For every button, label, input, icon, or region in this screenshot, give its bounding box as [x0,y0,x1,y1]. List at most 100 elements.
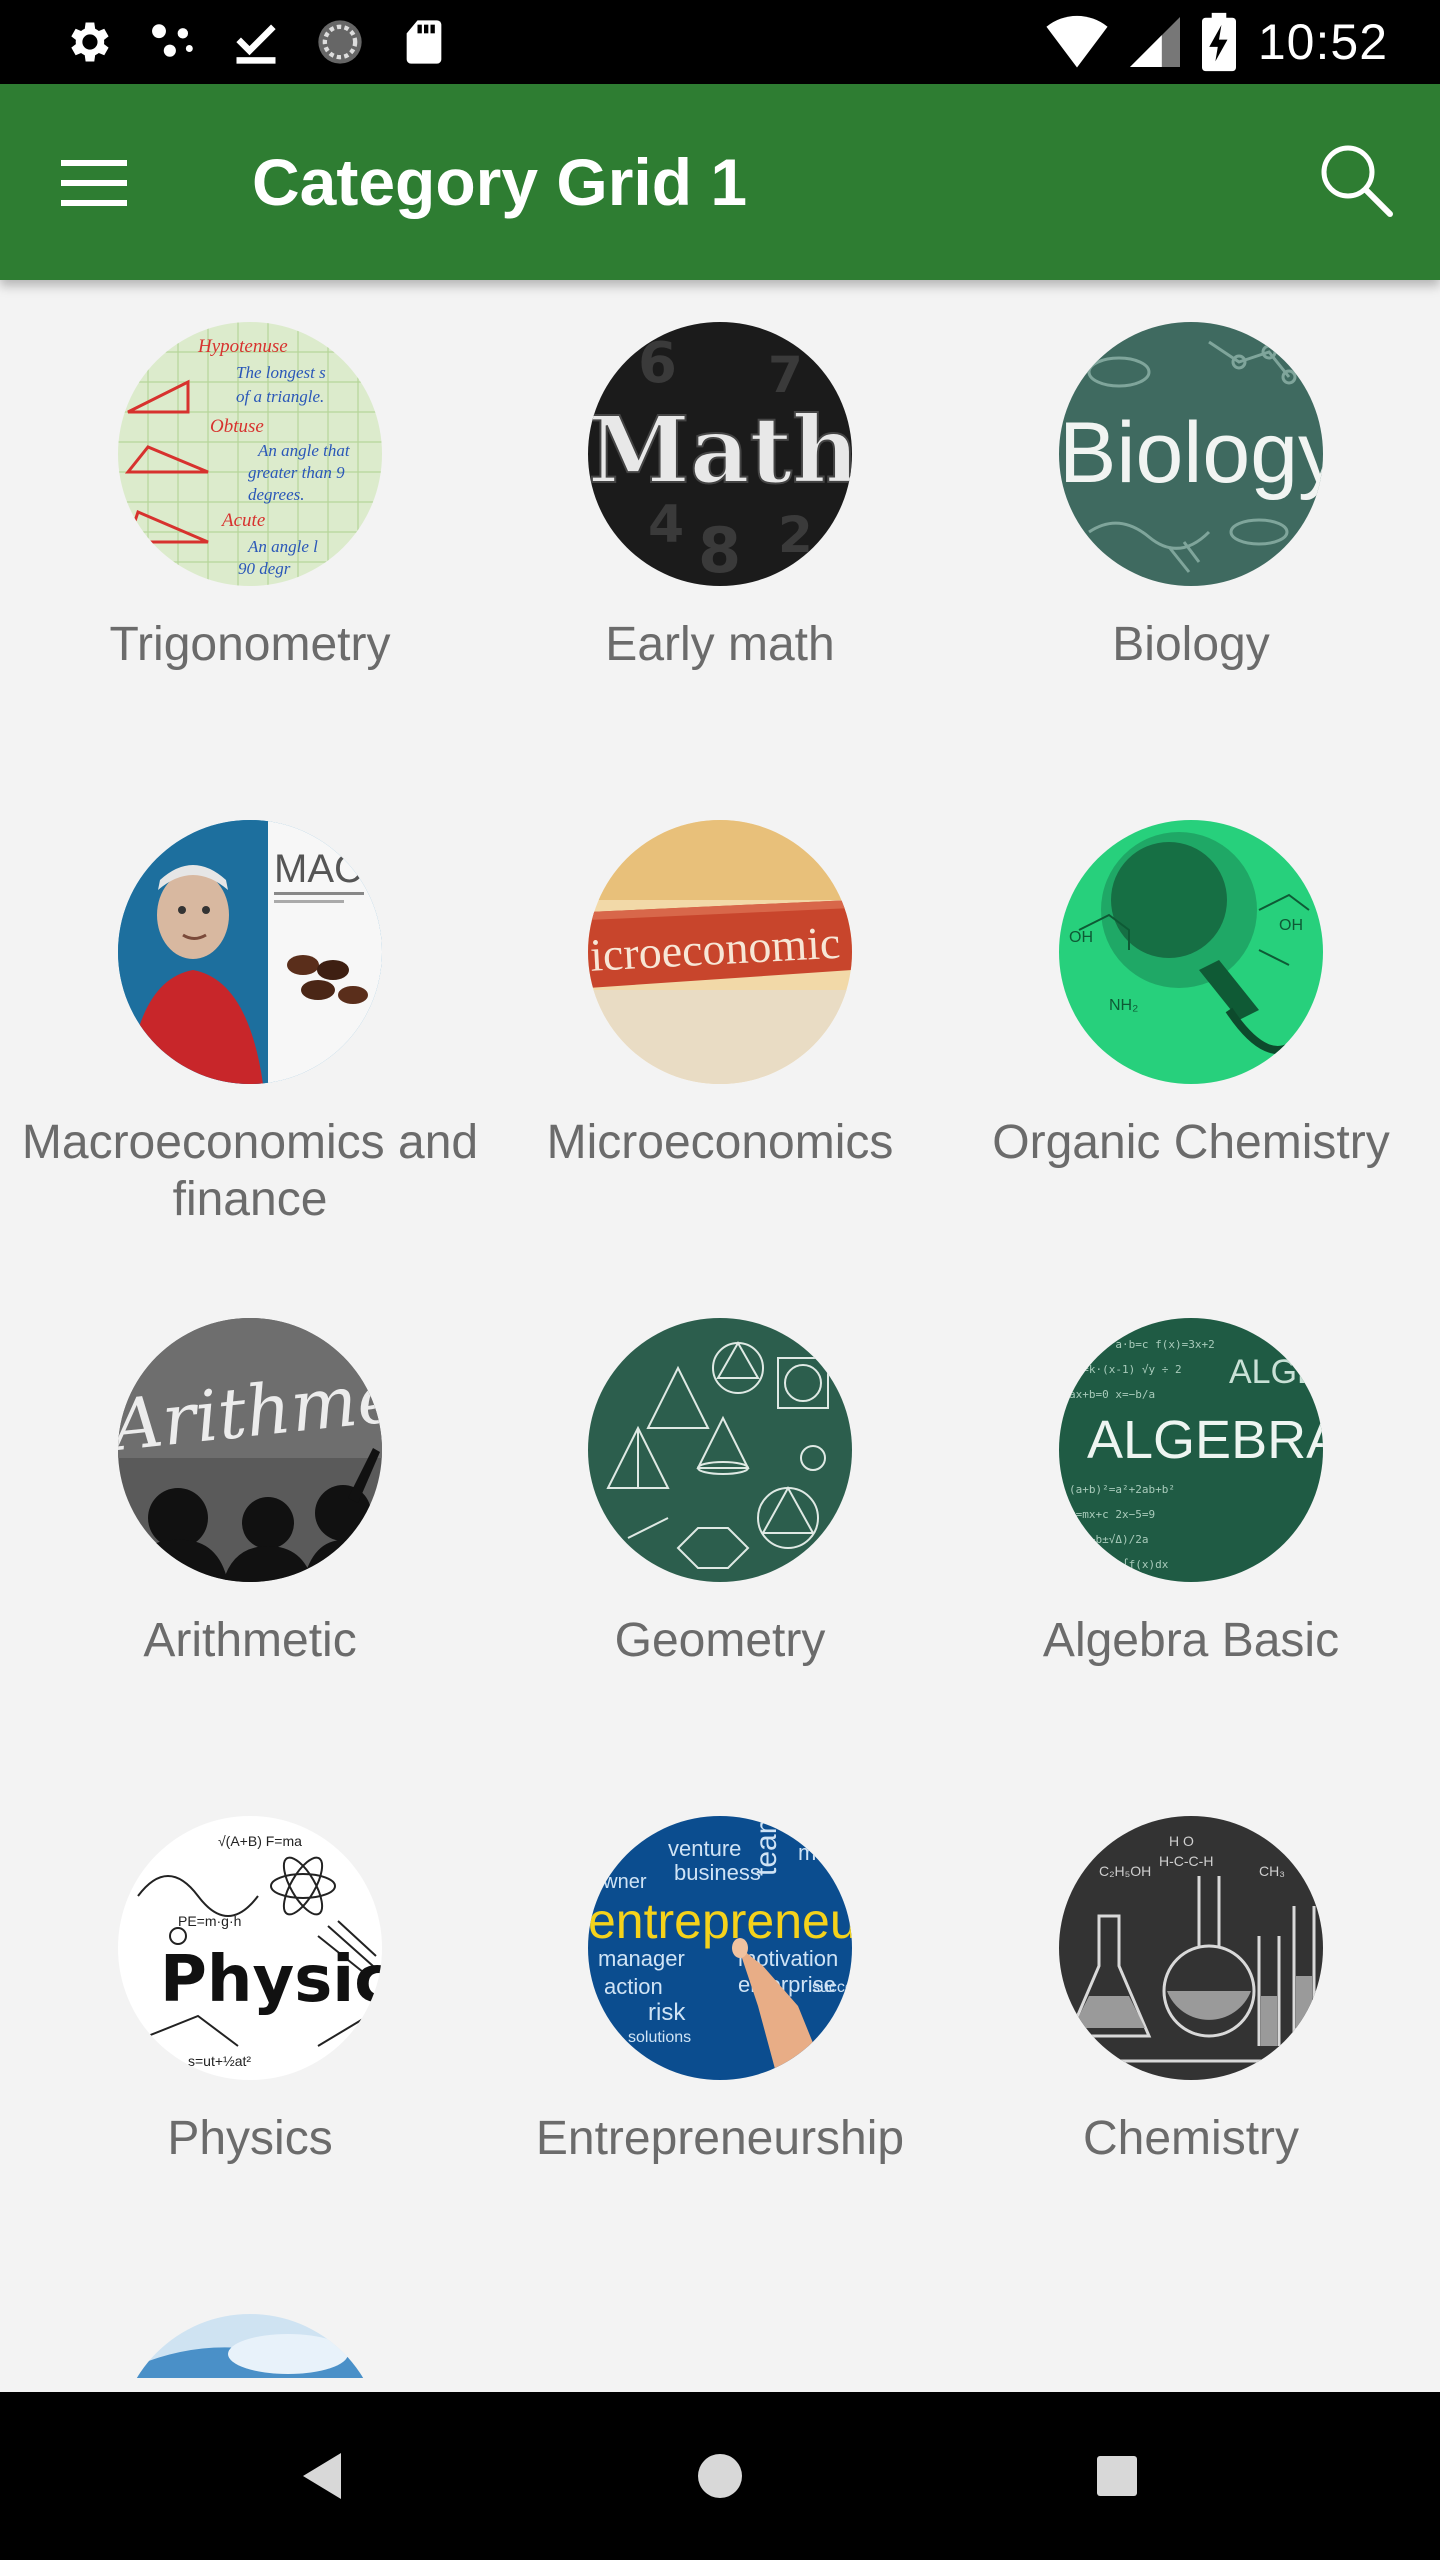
svg-text:8: 8 [698,514,741,586]
category-label: Arithmetic [143,1614,357,1667]
svg-text:Obtuse: Obtuse [210,416,264,437]
svg-text:2: 2 [778,506,813,564]
svg-text:action: action [604,1974,663,1999]
svg-text:ax+b=0 x=−b/a: ax+b=0 x=−b/a [1069,1388,1155,1401]
category-image-physics: √(A+B) F=ma PE=m·g·h s=ut+½at² Physics [118,1816,382,2080]
category-image-biology: Biology [1059,322,1323,586]
svg-text:entrepreneur: entrepreneur [588,1893,852,1949]
svg-text:Physics: Physics [160,1943,382,2017]
nav-home-button[interactable] [680,2436,760,2516]
category-label: Organic Chemistry [992,1116,1390,1169]
svg-text:mone: mone [798,1840,852,1865]
category-item-geometry[interactable]: Geometry [485,1318,955,1669]
category-item-entrepreneurship[interactable]: venture business team mone owner manager… [485,1816,955,2167]
category-label: Early math [605,618,835,671]
category-item-organic-chemistry[interactable]: OH OH NH₂ Organic Chemistry [956,820,1426,1171]
svg-text:(a+b)²=a²+2ab+b²: (a+b)²=a²+2ab+b² [1069,1483,1175,1496]
nav-recents-button[interactable] [1077,2436,1157,2516]
category-item-microeconomics[interactable]: icroeconomic Microeconomics [485,820,955,1171]
svg-text:risk: risk [648,1999,686,2026]
category-item-chemistry[interactable]: H O H-C-C-H C₂H₅OH CH₃ Chemistry [956,1816,1426,2167]
category-item-biology[interactable]: Biology Biology [956,322,1426,673]
category-label: Algebra Basic [1042,1614,1340,1667]
category-label: Macroeconomics and finance [21,1116,479,1226]
category-label: Physics [167,2112,333,2165]
status-notification-icons [62,16,450,68]
settings-icon [71,22,109,62]
svg-text:MAC: MAC [274,847,363,891]
home-icon [698,2454,742,2498]
svg-text:Biology: Biology [1059,405,1323,501]
svg-text:H-C-C-H: H-C-C-H [1159,1853,1213,1869]
category-label: Geometry [614,1614,826,1667]
category-image-trigonometry: Hypotenuse The longest s of a triangle. … [118,322,382,586]
category-item-macroeconomics[interactable]: MAC Macroeconomics and finance [15,820,485,1228]
category-item-physics[interactable]: √(A+B) F=ma PE=m·g·h s=ut+½at² Physics P… [15,1816,485,2167]
svg-text:CH₃: CH₃ [1259,1863,1285,1879]
svg-text:manager: manager [598,1946,685,1971]
back-icon [303,2453,341,2499]
svg-text:greater than 9: greater than 9 [248,463,345,482]
svg-text:owner: owner [592,1871,647,1893]
category-label: Trigonometry [109,618,391,671]
category-image-organic-chemistry: OH OH NH₂ [1059,820,1323,1084]
category-item-arithmetic[interactable]: Arithmetic Arithmetic [15,1318,485,1669]
category-image-partial [118,2314,382,2378]
category-image-geometry [588,1318,852,1582]
category-image-chemistry: H O H-C-C-H C₂H₅OH CH₃ [1059,1816,1323,2080]
svg-text:∑n=k·(x-1) √y ÷ 2: ∑n=k·(x-1) √y ÷ 2 [1069,1363,1182,1376]
category-grid: Hypotenuse The longest s of a triangle. … [0,280,1440,2378]
svg-text:4: 4 [648,495,684,555]
battery-charging-icon [1201,12,1236,72]
menu-button[interactable] [44,138,144,228]
category-item-algebra-basic[interactable]: x²+y=4 a·b=c f(x)=3x+2 ∑n=k·(x-1) √y ÷ 2… [956,1318,1426,1669]
status-bar: 10:52 [0,0,1440,84]
recents-icon [1097,2456,1137,2496]
svg-text:s=ut+½at²: s=ut+½at² [188,2053,251,2069]
category-label: Microeconomics [546,1116,894,1169]
nav-back-button[interactable] [282,2436,362,2516]
svg-text:venture: venture [668,1836,741,1861]
svg-text:of a triangle.: of a triangle. [236,387,324,406]
sd-card-icon [406,20,442,64]
cell-signal-icon [1129,17,1180,67]
system-nav-bar [0,2392,1440,2560]
svg-text:H O: H O [1169,1833,1194,1849]
svg-text:90 degr: 90 degr [238,559,291,578]
svg-text:success: success [812,1979,852,1996]
svg-text:solutions: solutions [628,2029,691,2046]
app-bar: Category Grid 1 [0,84,1440,280]
category-item-trigonometry[interactable]: Hypotenuse The longest s of a triangle. … [15,322,485,673]
svg-text:y=mx+c 2x−5=9: y=mx+c 2x−5=9 [1069,1508,1155,1521]
svg-text:NH₂: NH₂ [1109,997,1138,1014]
svg-text:C₂H₅OH: C₂H₅OH [1099,1863,1151,1879]
svg-text:log a·b ∫f(x)dx: log a·b ∫f(x)dx [1069,1558,1169,1571]
category-label: Chemistry [1082,2112,1300,2165]
category-image-early-math: 6 7 4 8 2 Math [588,322,852,586]
status-time: 10:52 [1257,14,1388,70]
svg-text:team: team [750,1816,783,1876]
svg-text:x=(−b±√Δ)/2a: x=(−b±√Δ)/2a [1069,1533,1148,1546]
sync-circle-icon [318,20,362,64]
svg-text:Acute: Acute [220,510,265,531]
svg-text:Hypotenuse: Hypotenuse [197,336,288,357]
svg-text:OH: OH [1069,929,1093,946]
category-image-algebra: x²+y=4 a·b=c f(x)=3x+2 ∑n=k·(x-1) √y ÷ 2… [1059,1318,1323,1582]
category-item-partial[interactable] [15,2314,485,2378]
download-done-icon [236,24,276,64]
svg-text:x²+y=4 a·b=c f(x)=3x+2: x²+y=4 a·b=c f(x)=3x+2 [1069,1338,1215,1351]
search-button[interactable] [1306,130,1406,230]
category-image-arithmetic: Arithmetic [118,1318,382,1582]
svg-text:business: business [674,1860,761,1885]
status-system-icons: 10:52 [1046,12,1388,72]
svg-text:OH: OH [1279,917,1303,934]
nodes-icon [152,24,193,57]
svg-text:The longest s: The longest s [236,363,326,382]
hamburger-menu-icon [61,160,127,206]
search-icon [1321,145,1393,217]
svg-text:6: 6 [638,331,677,396]
category-item-early-math[interactable]: 6 7 4 8 2 Math Early math [485,322,955,673]
category-label: Biology [1112,618,1270,671]
category-image-macroeconomics: MAC [118,820,382,1084]
wifi-icon [1046,15,1108,68]
